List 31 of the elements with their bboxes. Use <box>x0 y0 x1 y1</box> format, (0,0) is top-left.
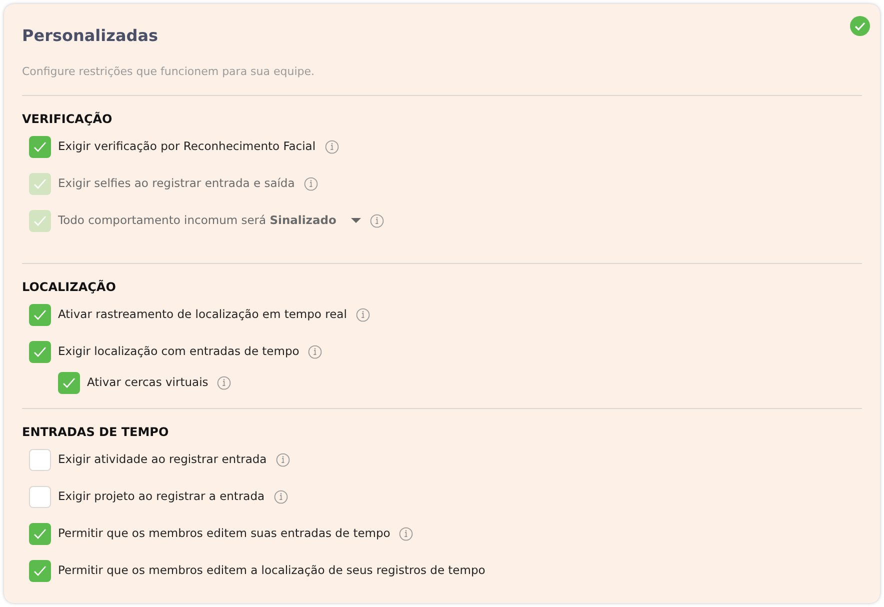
check-icon <box>33 214 47 226</box>
checkbox[interactable] <box>29 486 51 508</box>
option-label: Exigir projeto ao registrar a entrada <box>58 488 265 505</box>
option-label: Exigir localização com entradas de tempo <box>58 342 300 360</box>
option-label: Exigir verificação por Reconhecimento Facial <box>58 138 316 155</box>
option-label: Ativar cercas virtuais <box>87 374 208 392</box>
checkbox[interactable] <box>29 340 51 362</box>
section-heading: VERIFICAÇÃO <box>22 110 114 128</box>
panel-title: Personalizadas <box>22 25 160 47</box>
option-label: Permitir que os membros editem suas entradas de tempo <box>58 524 390 542</box>
check-icon <box>33 346 47 358</box>
option-label: Ativar rastreamento de localização em tempo real <box>58 306 347 323</box>
checkbox[interactable] <box>29 304 51 326</box>
option-label: Permitir que os membros editem a localização de seus registros de tempo <box>58 562 486 579</box>
option-label: Todo comportamento incomum será Sinalizado <box>58 212 336 229</box>
check-icon <box>33 178 47 190</box>
check-icon <box>33 308 47 320</box>
check-icon <box>62 377 76 389</box>
check-icon <box>33 140 47 152</box>
section-heading: LOCALIZAÇÃO <box>22 278 117 296</box>
checkbox[interactable] <box>58 372 80 394</box>
checkbox[interactable] <box>29 448 51 470</box>
section-heading: ENTRADAS DE TEMPO <box>22 424 170 441</box>
option-label: Exigir selfies ao registrar entrada e saída <box>58 174 295 192</box>
checkbox[interactable] <box>29 560 51 582</box>
checkbox[interactable] <box>29 522 51 544</box>
checkbox[interactable] <box>29 136 51 158</box>
option-label: Exigir atividade ao registrar entrada <box>58 450 267 468</box>
panel-subtitle: Configure restrições que funcionem para sua equipe. <box>22 64 316 80</box>
check-icon <box>33 564 47 576</box>
check-icon <box>33 528 47 540</box>
